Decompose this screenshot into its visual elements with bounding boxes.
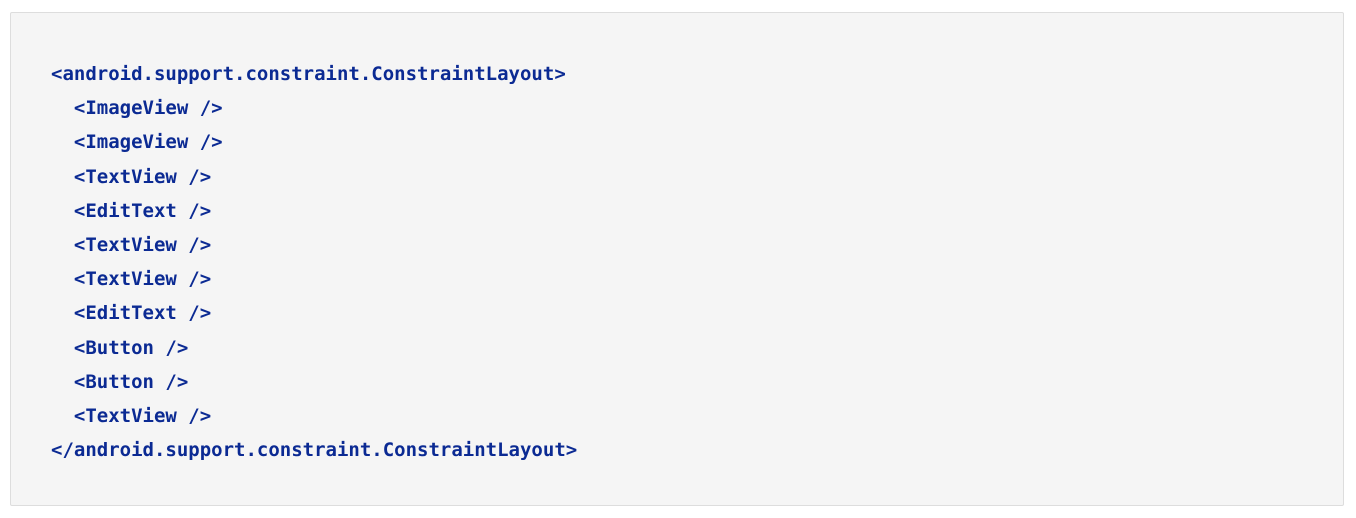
code-line-imageview-1: <ImageView /> bbox=[51, 97, 223, 120]
code-line-imageview-2: <ImageView /> bbox=[51, 131, 223, 154]
code-line-button-1: <Button /> bbox=[51, 336, 189, 359]
code-line-edittext-2: <EditText /> bbox=[51, 302, 212, 325]
code-line-textview-1: <TextView /> bbox=[51, 165, 212, 188]
code-line-edittext-1: <EditText /> bbox=[51, 199, 212, 222]
code-line-textview-3: <TextView /> bbox=[51, 268, 212, 291]
code-line-button-2: <Button /> bbox=[51, 370, 189, 393]
code-block: <android.support.constraint.ConstraintLa… bbox=[10, 12, 1344, 506]
code-line-open-constraint-layout: <android.support.constraint.ConstraintLa… bbox=[51, 63, 566, 85]
code-line-textview-2: <TextView /> bbox=[51, 233, 212, 256]
code-line-close-constraint-layout: </android.support.constraint.ConstraintL… bbox=[51, 439, 578, 462]
code-listing: <android.support.constraint.ConstraintLa… bbox=[51, 57, 1343, 467]
code-line-textview-4: <TextView /> bbox=[51, 404, 212, 427]
